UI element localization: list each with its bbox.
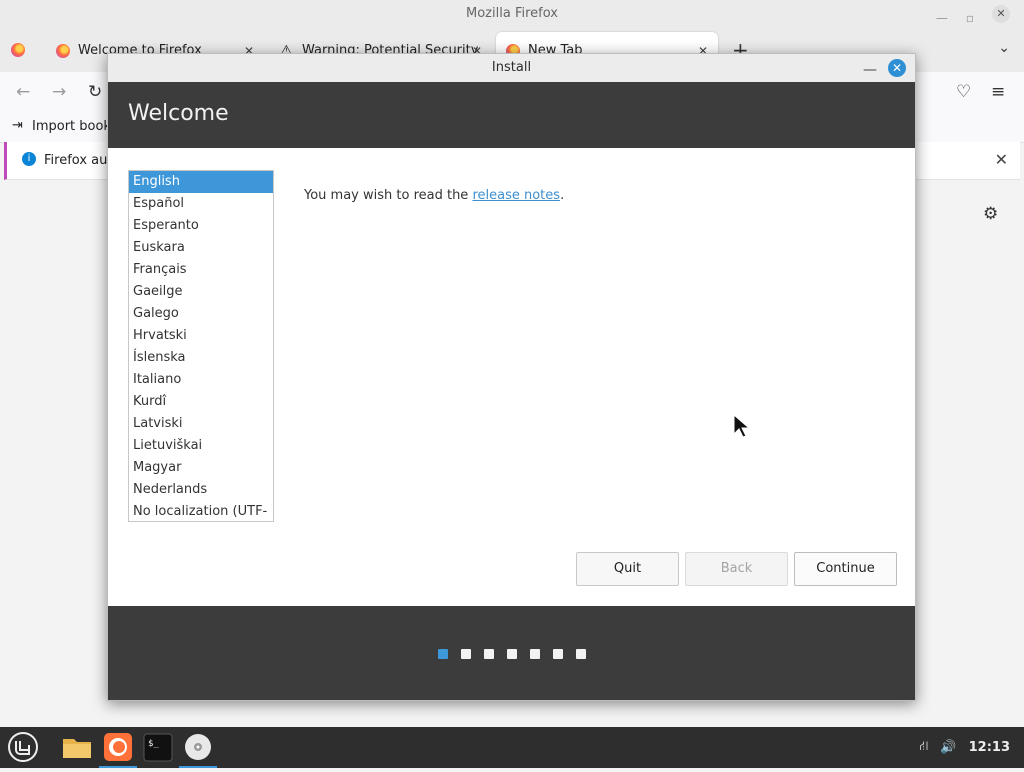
- dialog-footer: [108, 606, 915, 700]
- notes-prefix: You may wish to read the: [304, 188, 473, 203]
- close-icon[interactable]: ✕: [992, 5, 1010, 23]
- language-option[interactable]: Íslenska: [129, 347, 273, 369]
- language-option[interactable]: Kurdî: [129, 391, 273, 413]
- firefox-icon: [56, 44, 70, 58]
- step-progress-indicator: [438, 649, 586, 659]
- step-dot: [484, 649, 494, 659]
- network-icon[interactable]: ⛙: [919, 739, 928, 756]
- language-list[interactable]: English Español Esperanto Euskara Français Ga…: [128, 170, 274, 522]
- svg-text:$_: $_: [148, 739, 159, 749]
- dialog-header: Welcome: [108, 82, 915, 148]
- language-option[interactable]: No localization (UTF-8): [129, 501, 273, 521]
- minimize-icon[interactable]: —: [863, 56, 877, 84]
- mouse-cursor-icon: [733, 414, 751, 438]
- terminal-icon[interactable]: $_: [139, 727, 177, 768]
- back-arrow-icon[interactable]: ←: [16, 82, 30, 102]
- notification-text: Firefox aut: [44, 153, 113, 168]
- language-option[interactable]: Latviski: [129, 413, 273, 435]
- import-bookmarks-link[interactable]: Import book: [32, 119, 111, 134]
- language-option[interactable]: Galego: [129, 303, 273, 325]
- system-tray: ⛙ 🔊 12:13: [919, 727, 1010, 768]
- dialog-titlebar: Install — ✕: [108, 54, 915, 82]
- firefox-window-title: Mozilla Firefox: [466, 6, 558, 21]
- clock[interactable]: 12:13: [969, 740, 1010, 755]
- install-dialog: Install — ✕ Welcome English Español Espera…: [107, 53, 916, 701]
- language-option[interactable]: Euskara: [129, 237, 273, 259]
- firefox-icon[interactable]: [99, 727, 137, 768]
- release-notes-message: You may wish to read the release notes.: [304, 188, 564, 203]
- language-option[interactable]: Nederlands: [129, 479, 273, 501]
- firefox-titlebar: Mozilla Firefox — ▫ ✕: [0, 0, 1024, 30]
- dialog-title: Install: [491, 60, 532, 75]
- step-dot: [576, 649, 586, 659]
- step-dot: [438, 649, 448, 659]
- language-option[interactable]: Gaeilge: [129, 281, 273, 303]
- reload-icon[interactable]: ↻: [88, 82, 102, 102]
- language-option[interactable]: Lietuviškai: [129, 435, 273, 457]
- step-dot: [530, 649, 540, 659]
- language-option[interactable]: Français: [129, 259, 273, 281]
- step-dot: [553, 649, 563, 659]
- language-option[interactable]: Hrvatski: [129, 325, 273, 347]
- language-option[interactable]: Magyar: [129, 457, 273, 479]
- language-option[interactable]: Esperanto: [129, 215, 273, 237]
- info-icon: i: [22, 152, 36, 166]
- close-icon[interactable]: ✕: [888, 59, 906, 77]
- hamburger-menu-icon[interactable]: ≡: [991, 82, 1005, 102]
- pocket-icon[interactable]: ♡: [956, 82, 971, 102]
- files-icon[interactable]: [58, 727, 96, 768]
- notes-suffix: .: [560, 188, 565, 203]
- menu-icon[interactable]: [2, 727, 44, 768]
- firefox-view-icon[interactable]: [11, 43, 25, 57]
- import-icon: ⇥: [12, 118, 23, 133]
- gear-icon[interactable]: ⚙: [983, 204, 998, 224]
- language-option[interactable]: English: [129, 171, 273, 193]
- maximize-icon[interactable]: ▫: [966, 4, 974, 32]
- quit-button[interactable]: Quit: [576, 552, 679, 586]
- firefox-window-controls: — ▫ ✕: [936, 4, 1010, 32]
- forward-arrow-icon[interactable]: →: [52, 82, 66, 102]
- continue-button[interactable]: Continue: [794, 552, 897, 586]
- volume-icon[interactable]: 🔊: [940, 740, 956, 755]
- release-notes-link[interactable]: release notes: [472, 188, 560, 203]
- step-dot: [461, 649, 471, 659]
- back-button[interactable]: Back: [685, 552, 788, 586]
- language-option[interactable]: Español: [129, 193, 273, 215]
- step-dot: [507, 649, 517, 659]
- chevron-down-icon[interactable]: ⌄: [998, 40, 1010, 56]
- install-disc-icon[interactable]: [179, 727, 217, 768]
- taskbar: $_ ⛙ 🔊 12:13: [0, 727, 1024, 768]
- language-option[interactable]: Italiano: [129, 369, 273, 391]
- close-notification-icon[interactable]: ✕: [995, 150, 1008, 169]
- page-title: Welcome: [128, 101, 229, 126]
- minimize-icon[interactable]: —: [936, 4, 948, 32]
